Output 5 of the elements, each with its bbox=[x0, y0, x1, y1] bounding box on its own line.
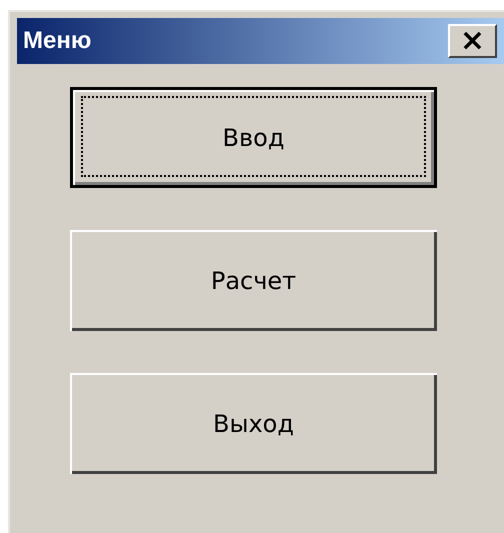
close-button[interactable]: × bbox=[448, 24, 497, 58]
menu-button[interactable]: Ввод bbox=[70, 87, 437, 188]
window-title: Меню bbox=[23, 27, 92, 55]
menu-button[interactable]: Выход bbox=[70, 373, 437, 474]
menu-button[interactable]: Расчет bbox=[70, 230, 437, 331]
